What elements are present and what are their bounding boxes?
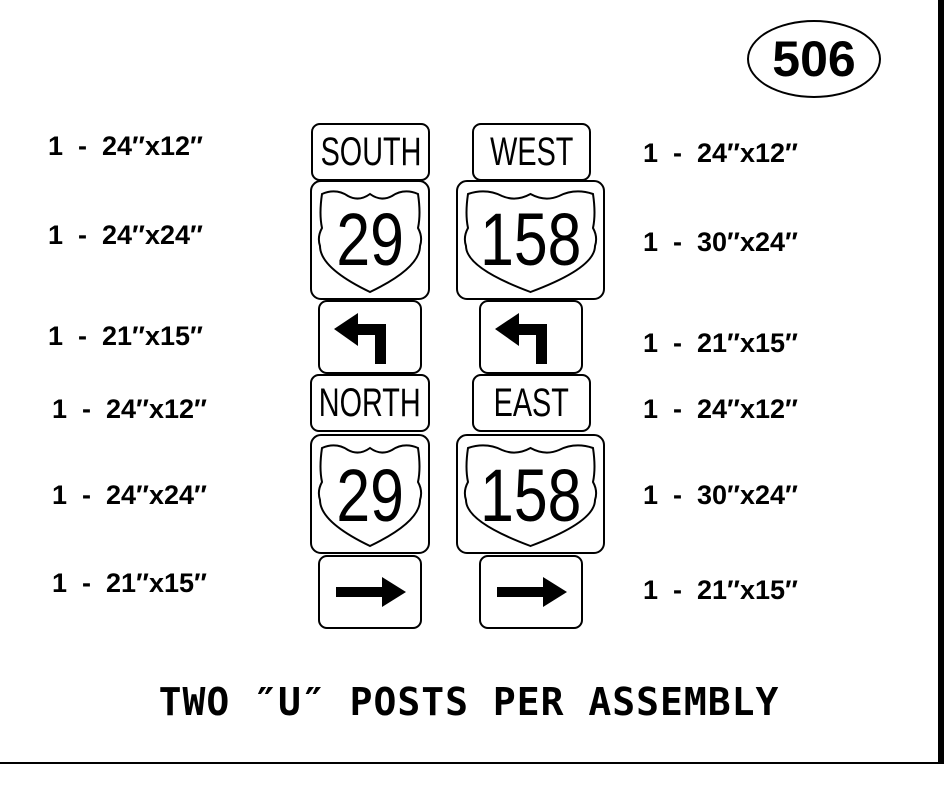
- route-number: 29: [336, 198, 404, 281]
- assembly-number: 506: [747, 20, 881, 98]
- right-arrow-icon: [336, 577, 406, 607]
- direction-plate-text: NORTH: [319, 381, 421, 425]
- directional-arrow-plate: [318, 555, 422, 629]
- size-label-left: 1 - 24″x12″: [52, 394, 207, 424]
- size-label-left: 1 - 24″x24″: [52, 480, 207, 510]
- size-label-left: 1 - 21″x15″: [48, 321, 203, 351]
- route-number: 158: [479, 454, 582, 537]
- us-route-shield: 158: [456, 434, 605, 554]
- size-label-right: 1 - 21″x15″: [643, 328, 798, 358]
- direction-plate-text: WEST: [489, 130, 574, 174]
- left-turn-arrow-icon: [334, 313, 386, 364]
- direction-plate: NORTH: [310, 374, 430, 432]
- frame-right-border: [938, 0, 944, 764]
- assembly-number-text: 506: [772, 31, 856, 87]
- posts-note: TWO ″U″ POSTS PER ASSEMBLY: [158, 680, 780, 724]
- size-label-right: 1 - 30″x24″: [643, 227, 798, 257]
- size-label-left: 1 - 21″x15″: [52, 568, 207, 598]
- route-number: 158: [479, 198, 582, 281]
- direction-plate: WEST: [472, 123, 591, 181]
- size-label-left: 1 - 24″x12″: [48, 131, 203, 161]
- left-turn-arrow-icon: [495, 313, 547, 364]
- direction-plate-text: EAST: [493, 381, 570, 425]
- size-label-right: 1 - 30″x24″: [643, 480, 798, 510]
- right-arrow-icon: [497, 577, 567, 607]
- us-route-shield: 158: [456, 180, 605, 300]
- frame-bottom-border: [0, 762, 944, 764]
- route-number: 29: [336, 454, 404, 537]
- direction-plate: SOUTH: [311, 123, 430, 181]
- size-label-right: 1 - 24″x12″: [643, 394, 798, 424]
- size-label-left: 1 - 24″x24″: [48, 220, 203, 250]
- turn-arrow-plate: [479, 300, 583, 374]
- us-route-shield: 29: [310, 434, 430, 554]
- turn-arrow-plate: [318, 300, 422, 374]
- size-label-right: 1 - 24″x12″: [643, 138, 798, 168]
- direction-plate-text: SOUTH: [320, 130, 421, 174]
- size-label-right: 1 - 21″x15″: [643, 575, 798, 605]
- us-route-shield: 29: [310, 180, 430, 300]
- direction-plate: EAST: [472, 374, 591, 432]
- directional-arrow-plate: [479, 555, 583, 629]
